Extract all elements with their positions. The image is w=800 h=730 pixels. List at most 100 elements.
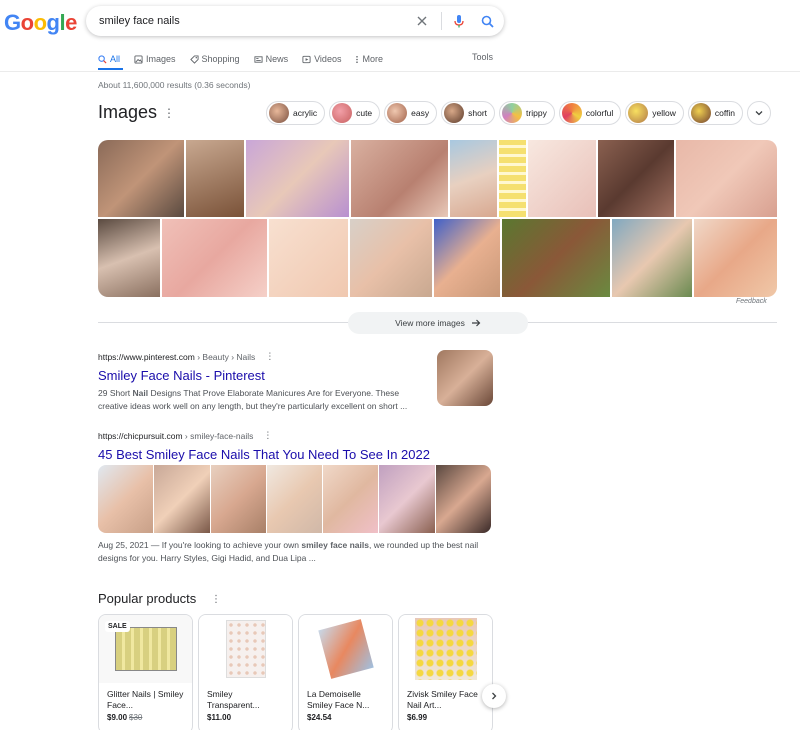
product-card[interactable]: La Demoiselle Smiley Face N... $24.54	[298, 614, 393, 730]
result-url[interactable]: https://www.pinterest.com › Beauty › Nai…	[98, 351, 418, 362]
image-result[interactable]	[98, 219, 160, 297]
tab-label: More	[362, 54, 383, 64]
strip-image[interactable]	[379, 465, 435, 533]
product-price: $9.00 $30	[99, 711, 192, 724]
strip-image[interactable]	[266, 465, 323, 533]
chip-label: trippy	[526, 108, 547, 118]
strip-image[interactable]	[210, 465, 266, 533]
result-snippet: Aug 25, 2021 — If you're looking to achi…	[98, 539, 488, 565]
result-options-icon[interactable]: ⋮	[265, 351, 274, 362]
chip-label: cute	[356, 108, 373, 118]
product-card[interactable]: Zivisk Smiley Face Nail Art... $6.99	[398, 614, 493, 730]
image-icon	[134, 54, 143, 64]
view-more-images-button[interactable]: View more images	[348, 312, 528, 334]
chip-thumbnail	[332, 103, 353, 123]
strip-image[interactable]	[323, 465, 379, 533]
image-result[interactable]	[434, 219, 500, 297]
image-result[interactable]	[351, 140, 448, 217]
tab-label: Videos	[314, 54, 342, 64]
microphone-icon[interactable]	[448, 10, 470, 32]
tab-images[interactable]: Images	[134, 52, 176, 66]
image-result[interactable]	[502, 219, 610, 297]
image-result[interactable]	[162, 219, 267, 297]
product-image	[399, 615, 492, 683]
image-result[interactable]	[186, 140, 244, 217]
product-name: Zivisk Smiley Face Nail Art...	[407, 689, 478, 710]
chip-trippy[interactable]: trippy	[499, 101, 555, 125]
chip-colorful[interactable]: colorful	[558, 101, 622, 125]
tab-shopping[interactable]: Shopping	[189, 52, 240, 66]
chip-thumbnail	[628, 103, 649, 123]
search-tabs: All Images Shopping News Videos More	[98, 52, 397, 66]
search-box[interactable]: smiley face nails	[86, 6, 504, 36]
image-result[interactable]	[499, 140, 526, 217]
chip-acrylic[interactable]: acrylic	[266, 101, 326, 125]
chip-easy[interactable]: easy	[384, 101, 438, 125]
product-name: Smiley Transparent...	[207, 689, 260, 710]
chip-cute[interactable]: cute	[329, 101, 381, 125]
chip-thumbnail	[269, 103, 289, 123]
product-price: $24.54	[299, 711, 392, 724]
snippet-text: 29 Short	[98, 388, 133, 398]
more-vert-icon	[356, 55, 359, 63]
search-result: https://www.pinterest.com › Beauty › Nai…	[98, 351, 418, 413]
result-breadcrumb: › Beauty › Nails	[194, 351, 256, 362]
tab-label: Images	[146, 54, 176, 64]
tools-button[interactable]: Tools	[472, 52, 493, 62]
result-snippet: 29 Short Nail Designs That Prove Elabora…	[98, 387, 418, 413]
image-result[interactable]	[528, 140, 596, 217]
google-logo[interactable]: Google	[4, 10, 77, 36]
price-current: $9.00	[107, 713, 128, 722]
image-result[interactable]	[98, 140, 184, 217]
carousel-next-button[interactable]	[482, 684, 506, 708]
chip-label: easy	[411, 108, 430, 118]
image-result[interactable]	[350, 219, 432, 297]
tab-label: Shopping	[201, 54, 240, 64]
chip-coffin[interactable]: coffin	[687, 101, 744, 125]
result-title[interactable]: Smiley Face Nails - Pinterest	[98, 368, 418, 383]
result-url[interactable]: https://chicpursuit.com › smiley-face-na…	[98, 430, 430, 441]
tab-news[interactable]: News	[254, 52, 288, 66]
image-result[interactable]	[598, 140, 674, 217]
result-title[interactable]: 45 Best Smiley Face Nails That You Need …	[98, 447, 430, 462]
product-image	[199, 615, 292, 683]
image-result[interactable]	[612, 219, 692, 297]
view-more-label: View more images	[395, 318, 465, 328]
image-result[interactable]	[676, 140, 777, 217]
tab-label: All	[110, 54, 121, 64]
chip-thumbnail	[502, 103, 523, 123]
active-tab-indicator	[98, 68, 123, 70]
strip-image[interactable]	[435, 465, 491, 533]
price-original: $30	[129, 713, 143, 722]
product-card[interactable]: SALE Glitter Nails | Smiley Face... $9.0…	[98, 614, 193, 730]
chip-yellow[interactable]: yellow	[625, 101, 684, 125]
strip-image[interactable]	[154, 465, 210, 533]
image-result[interactable]	[269, 219, 348, 297]
search-result: https://chicpursuit.com › smiley-face-na…	[98, 430, 430, 462]
search-icon[interactable]	[476, 10, 498, 32]
strip-image[interactable]	[98, 465, 154, 533]
product-card[interactable]: Smiley Transparent... $11.00	[198, 614, 293, 730]
chip-short[interactable]: short	[441, 101, 496, 125]
chips-expand-button[interactable]	[747, 101, 772, 125]
tab-all[interactable]: All	[98, 52, 120, 66]
images-more-options-icon[interactable]: ⋮	[163, 106, 175, 120]
chip-label: colorful	[585, 108, 614, 118]
result-options-icon[interactable]: ⋮	[263, 430, 272, 441]
result-thumbnail[interactable]	[437, 350, 493, 406]
search-divider	[441, 12, 442, 30]
result-image-strip	[98, 465, 491, 533]
products-options-icon[interactable]: ⋮	[211, 594, 221, 605]
clear-icon[interactable]	[411, 10, 433, 32]
tab-more[interactable]: More	[355, 52, 383, 66]
feedback-link[interactable]: Feedback	[736, 298, 767, 305]
tab-videos[interactable]: Videos	[302, 52, 341, 66]
image-result[interactable]	[694, 219, 777, 297]
product-price: $11.00	[199, 711, 292, 724]
image-result[interactable]	[246, 140, 349, 217]
image-result[interactable]	[450, 140, 497, 217]
chevron-down-icon	[755, 111, 763, 116]
result-breadcrumb: › smiley-face-nails	[182, 430, 254, 441]
search-input[interactable]: smiley face nails	[99, 15, 411, 27]
chip-label: short	[468, 108, 488, 118]
